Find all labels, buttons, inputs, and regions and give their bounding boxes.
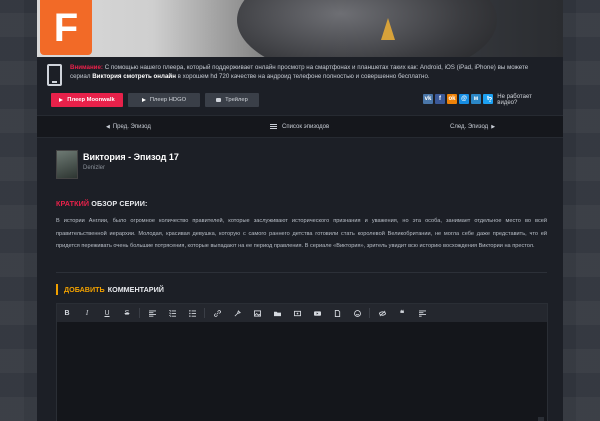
episode-navigation: ◀ Пред. Эпизод Список эпизодов След. Эпиз… [37,115,563,138]
video-not-working-link[interactable]: ? Не работает видео? [488,93,547,107]
bullet-list-icon[interactable] [182,304,202,322]
smiley-icon[interactable] [347,304,367,322]
prev-episode-link[interactable]: ◀ Пред. Эпизод [103,116,151,137]
toolbar-separator [204,308,205,318]
italic-button[interactable]: I [77,304,97,322]
mobile-notice: Внимание: С помощью нашего плеера, котор… [47,63,553,87]
list-icon [270,124,277,129]
comment-editor[interactable]: B I U S ❝ [56,303,548,421]
summary-heading: КРАТКИЙ ОБЗОР СЕРИИ: [56,199,148,208]
facebook-icon[interactable]: f [435,94,445,104]
unlink-icon[interactable] [227,304,247,322]
hero-figure [237,0,497,57]
editor-toolbar: B I U S ❝ [57,304,547,322]
notice-text: Внимание: С помощью нашего плеера, котор… [70,64,529,80]
hdgo-player-button[interactable]: Плеер HDGO [128,93,200,107]
image-icon[interactable] [247,304,267,322]
chevron-right-icon: ▶ [491,123,496,130]
episode-thumbnail [56,150,78,179]
media-icon[interactable] [287,304,307,322]
mail-icon[interactable]: @ [459,94,469,104]
moonwalk-player-button[interactable]: Плеер Moonwalk [51,93,123,107]
odnoklassniki-icon[interactable]: ok [447,94,457,104]
link-icon[interactable] [207,304,227,322]
numbered-list-icon[interactable] [162,304,182,322]
divider [56,272,547,273]
toolbar-separator [369,308,370,318]
notice-label: Внимание: [70,64,103,71]
comment-heading: ДОБАВИТЬ КОММЕНТАРИЙ [56,284,164,295]
social-share: vk f ok @ м t [423,94,493,104]
resize-handle[interactable] [538,417,544,421]
underline-button[interactable]: U [97,304,117,322]
smartphone-icon [47,64,62,86]
fandango-logo: F [40,0,92,55]
chevron-left-icon: ◀ [106,123,110,130]
hero-banner: F [37,0,563,57]
episode-subtitle: Denizler [83,165,106,171]
main-content: F Внимание: С помощью нашего плеера, кот… [37,0,563,421]
align-left-icon[interactable] [142,304,162,322]
episode-title: Виктория - Эпизод 17 [83,152,179,162]
toolbar-separator [139,308,140,318]
quote-icon[interactable]: ❝ [392,304,412,322]
heading-accent [56,284,58,295]
next-episode-link[interactable]: След. Эпизод ▶ [450,116,498,137]
moimir-icon[interactable]: м [471,94,481,104]
youtube-icon[interactable] [307,304,327,322]
spoiler-icon[interactable] [372,304,392,322]
trailer-button[interactable]: Трейлер [205,93,259,107]
summary-text: В истории Англии, было огромное количест… [56,218,547,249]
question-icon: ? [488,96,493,104]
episode-list-link[interactable]: Список эпизодов [270,116,329,137]
code-icon[interactable] [412,304,432,322]
folder-icon[interactable] [267,304,287,322]
strikethrough-button[interactable]: S [117,304,137,322]
bold-button[interactable]: B [57,304,77,322]
notice-series-link: Виктория смотреть онлайн [92,73,176,80]
document-icon[interactable] [327,304,347,322]
camera-icon [216,98,222,102]
vk-icon[interactable]: vk [423,94,433,104]
starfleet-badge-icon [381,18,395,40]
player-buttons: Плеер Moonwalk Плеер HDGO Трейлер vk f o… [51,93,547,107]
play-icon [141,98,146,102]
play-icon [59,98,64,102]
